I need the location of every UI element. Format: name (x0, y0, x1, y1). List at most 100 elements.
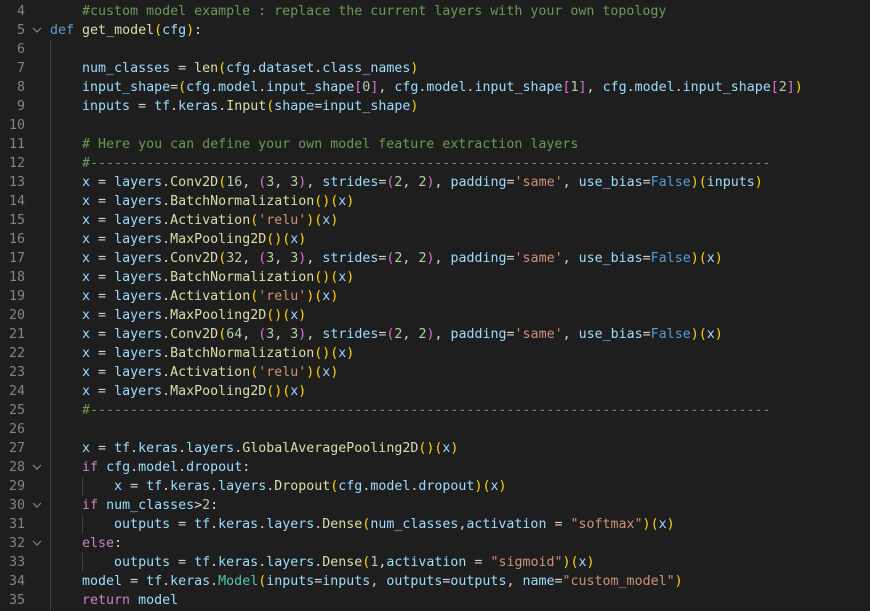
chevron-down-icon[interactable] (30, 534, 44, 553)
code-token: . (170, 99, 179, 114)
code-token: MaxPooling2D (170, 308, 267, 323)
code-line[interactable]: 12 #------------------------------------… (0, 154, 870, 173)
chevron-down-icon[interactable] (30, 21, 44, 40)
code-token: keras (218, 555, 259, 570)
code-text: #---------------------------------------… (50, 154, 770, 173)
code-token: False (650, 327, 691, 342)
code-token: , (274, 175, 291, 190)
code-token: . (162, 289, 171, 304)
code-token: = (506, 175, 515, 190)
code-line[interactable]: 14 x = layers.BatchNormalization()(x) (0, 192, 870, 211)
code-line[interactable]: 24 x = layers.MaxPooling2D()(x) (0, 382, 870, 401)
code-token: = (642, 175, 651, 190)
code-editor[interactable]: 4 #custom model example : replace the cu… (0, 0, 870, 611)
code-token: = (170, 517, 195, 532)
code-line[interactable]: 6 (0, 40, 870, 59)
code-token: 'relu' (258, 213, 307, 228)
code-line[interactable]: 33 outputs = tf.keras.layers.Dense(1,act… (0, 553, 870, 572)
code-token: ) (714, 327, 723, 342)
code-token: "sigmoid" (490, 555, 563, 570)
code-line[interactable]: 5 def get_model(cfg): (0, 21, 870, 40)
code-line[interactable]: 9 inputs = tf.keras.Input(shape=input_sh… (0, 97, 870, 116)
code-line[interactable]: 28 if cfg.model.dropout: (0, 458, 870, 477)
code-line[interactable]: 31 outputs = tf.keras.layers.Dense(num_c… (0, 515, 870, 534)
code-line[interactable]: 22 x = layers.BatchNormalization()(x) (0, 344, 870, 363)
code-token: BatchNormalization (170, 194, 315, 209)
code-token: = (130, 99, 155, 114)
code-line[interactable]: 27 x = tf.keras.layers.GlobalAveragePool… (0, 439, 870, 458)
code-token: : (114, 536, 123, 551)
line-number: 23 (8, 365, 25, 380)
code-token: 'same' (514, 251, 563, 266)
code-line[interactable]: 20 x = layers.MaxPooling2D()(x) (0, 306, 870, 325)
code-token: . (162, 574, 171, 589)
code-token: Conv2D (170, 327, 219, 342)
code-line[interactable]: 21 x = layers.Conv2D(64, (3, 3), strides… (0, 325, 870, 344)
code-line[interactable]: 10 (0, 116, 870, 135)
code-token: model (138, 593, 179, 608)
line-number: 29 (8, 479, 25, 494)
code-text: x = layers.Activation('relu')(x) (50, 211, 338, 230)
code-line[interactable]: 23 x = layers.Activation('relu')(x) (0, 363, 870, 382)
code-line[interactable]: 4 #custom model example : replace the cu… (0, 2, 870, 21)
code-line[interactable]: 17 x = layers.Conv2D(32, (3, 3), strides… (0, 249, 870, 268)
code-line[interactable]: 15 x = layers.Activation('relu')(x) (0, 211, 870, 230)
code-token: keras (218, 517, 259, 532)
line-number: 17 (8, 251, 25, 266)
code-text: inputs = tf.keras.Input(shape=input_shap… (50, 97, 418, 116)
code-token: () (266, 384, 283, 399)
code-token: tf (194, 555, 211, 570)
code-token: x (82, 232, 91, 247)
code-token: = (170, 80, 179, 95)
line-number: 8 (16, 80, 25, 95)
code-line[interactable]: 19 x = layers.Activation('relu')(x) (0, 287, 870, 306)
code-token: . (162, 175, 171, 190)
code-token: ) (642, 517, 651, 532)
code-token: outputs (450, 574, 507, 589)
code-token: dropout (186, 460, 243, 475)
code-token: padding (450, 327, 507, 342)
code-line[interactable]: 11 # Here you can define your own model … (0, 135, 870, 154)
code-line[interactable]: 16 x = layers.MaxPooling2D()(x) (0, 230, 870, 249)
code-token: . (162, 365, 171, 380)
code-line[interactable]: 34 model = tf.keras.Model(inputs=inputs,… (0, 572, 870, 591)
code-line[interactable]: 26 (0, 420, 870, 439)
code-token: ( (154, 23, 163, 38)
code-token: , (402, 251, 419, 266)
code-token: outputs (114, 517, 171, 532)
line-number: 7 (16, 61, 25, 76)
code-line[interactable]: 32 else: (0, 534, 870, 553)
code-line[interactable]: 25 #------------------------------------… (0, 401, 870, 420)
code-token: . (258, 517, 267, 532)
code-token: model (218, 80, 259, 95)
chevron-down-icon[interactable] (30, 496, 44, 515)
line-number: 10 (8, 118, 25, 133)
line-number: 31 (8, 517, 25, 532)
code-token: ) (186, 23, 195, 38)
code-text: if num_classes>2: (50, 496, 218, 515)
code-line[interactable]: 18 x = layers.BatchNormalization()(x) (0, 268, 870, 287)
code-line[interactable]: 29 x = tf.keras.layers.Dropout(cfg.model… (0, 477, 870, 496)
code-token: Conv2D (170, 175, 219, 190)
line-number: 20 (8, 308, 25, 323)
code-line[interactable]: 35 return model (0, 591, 870, 610)
chevron-down-icon[interactable] (30, 458, 44, 477)
code-token: outputs (386, 574, 443, 589)
code-line[interactable]: 30 if num_classes>2: (0, 496, 870, 515)
code-text: outputs = tf.keras.layers.Dense(num_clas… (50, 515, 675, 534)
line-number: 14 (8, 194, 25, 209)
code-line[interactable]: 8 input_shape=(cfg.model.input_shape[0],… (0, 78, 870, 97)
code-token: Activation (170, 289, 251, 304)
indent-guide (82, 553, 83, 572)
code-token: ] (786, 80, 795, 95)
indent-guide (82, 515, 83, 534)
line-number: 11 (8, 137, 25, 152)
code-token: , (434, 327, 451, 342)
code-line[interactable]: 13 x = layers.Conv2D(16, (3, 3), strides… (0, 173, 870, 192)
code-text: return model (50, 591, 178, 610)
code-line[interactable]: 7 num_classes = len(cfg.dataset.class_na… (0, 59, 870, 78)
